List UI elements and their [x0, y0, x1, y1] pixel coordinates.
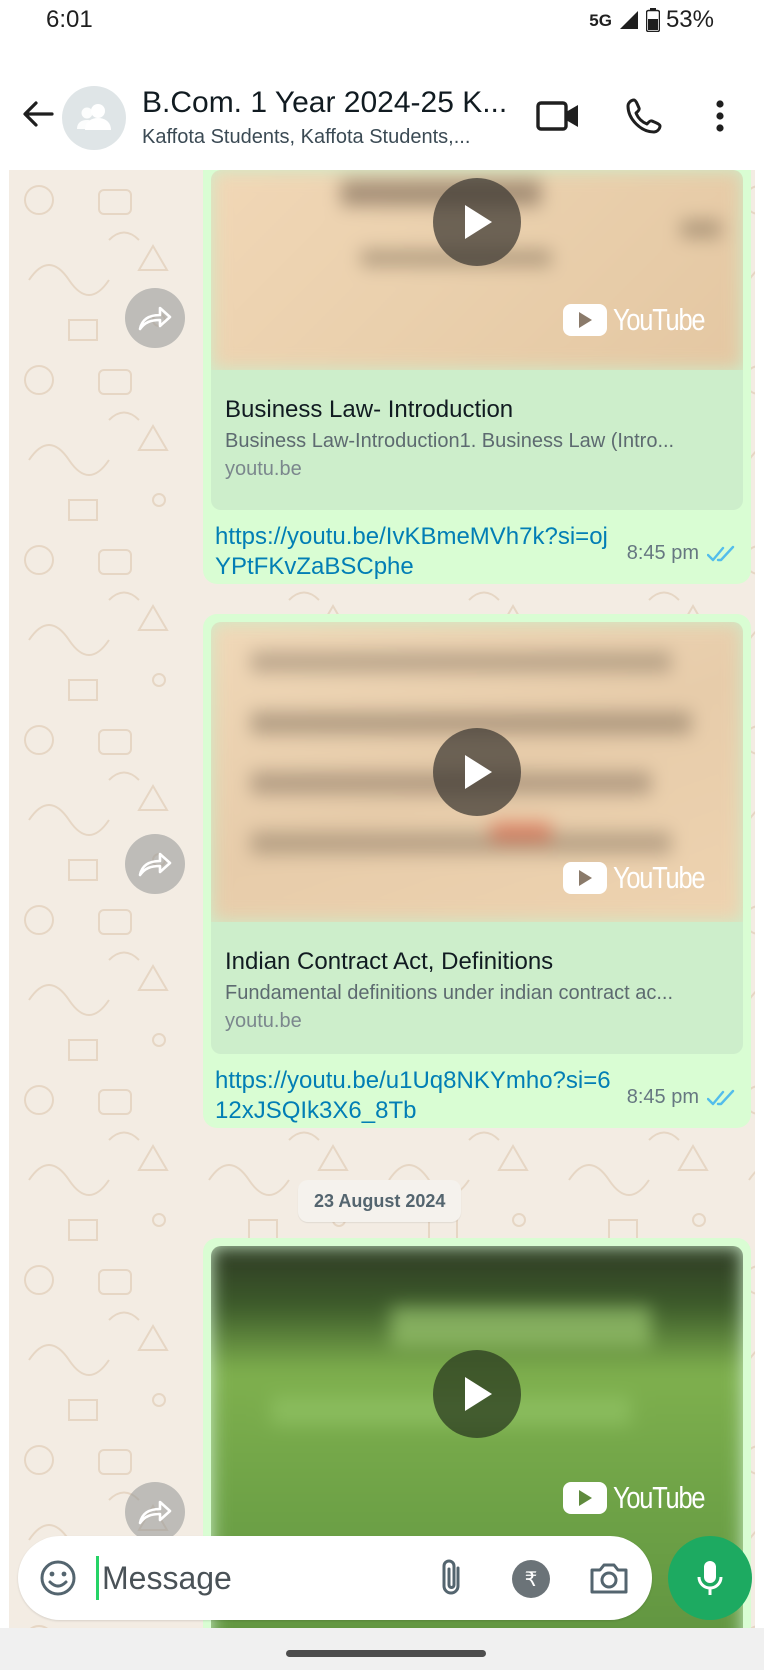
forward-icon: [138, 1500, 172, 1525]
forward-icon: [138, 306, 172, 331]
link-preview-card[interactable]: YouTube Business Law- Introduction Busin…: [211, 170, 743, 510]
play-button[interactable]: [433, 178, 521, 266]
video-thumbnail[interactable]: YouTube: [211, 170, 743, 370]
more-options-icon[interactable]: [704, 96, 736, 136]
play-icon: [465, 1377, 492, 1411]
emoji-icon[interactable]: [38, 1558, 78, 1598]
youtube-wordmark: YouTube: [613, 860, 706, 895]
read-ticks-icon: [707, 1089, 735, 1105]
network-type: 5G: [589, 10, 612, 30]
battery-level: 53%: [665, 6, 714, 33]
youtube-wordmark: YouTube: [613, 1480, 706, 1515]
signal-icon: [619, 11, 638, 29]
play-button[interactable]: [433, 728, 521, 816]
battery-icon: [645, 8, 660, 32]
message-time: 8:45 pm: [626, 1086, 699, 1108]
preview-description: Fundamental definitions under indian con…: [225, 982, 674, 1004]
video-thumbnail[interactable]: YouTube: [211, 622, 743, 922]
message-bubble[interactable]: YouTube Indian Contract Act, Definitions…: [203, 614, 751, 1128]
youtube-logo: YouTube: [563, 860, 724, 896]
message-bubble[interactable]: YouTube Business Law- Introduction Busin…: [203, 170, 751, 584]
chat-messages-area[interactable]: YouTube Business Law- Introduction Busin…: [9, 170, 755, 1630]
youtube-logo: YouTube: [563, 302, 724, 338]
mic-icon: [697, 1561, 723, 1595]
forward-icon: [138, 852, 172, 877]
youtube-logo: YouTube: [563, 1480, 724, 1516]
chat-header: B.Com. 1 Year 2024-25 K... Kaffota Stude…: [0, 66, 764, 170]
text-cursor: [96, 1556, 99, 1600]
message-time: 8:45 pm: [626, 542, 699, 564]
group-avatar-icon: [77, 104, 111, 130]
message-composer: ₹: [18, 1536, 652, 1620]
message-meta: 8:45 pm: [627, 1086, 737, 1109]
chat-participants[interactable]: Kaffota Students, Kaffota Students,...: [142, 126, 512, 149]
group-avatar[interactable]: [62, 86, 126, 150]
preview-domain: youtu.be: [225, 1010, 302, 1032]
payment-button[interactable]: ₹: [512, 1560, 550, 1598]
preview-description: Business Law-Introduction1. Business Law…: [225, 430, 675, 452]
video-call-icon[interactable]: [536, 98, 580, 134]
youtube-play-icon: [563, 1482, 607, 1514]
youtube-play-icon: [563, 304, 607, 336]
status-time: 6:01: [46, 6, 93, 33]
play-button[interactable]: [433, 1350, 521, 1438]
forward-button[interactable]: [125, 834, 185, 894]
read-ticks-icon: [707, 545, 735, 561]
voice-message-button[interactable]: [668, 1536, 752, 1620]
camera-icon[interactable]: [588, 1558, 630, 1598]
message-link[interactable]: https://youtu.be/IvKBmeMVh7k?si=ojYPtFKv…: [215, 522, 615, 582]
status-icons: 5G 53%: [589, 6, 714, 34]
message-link[interactable]: https://youtu.be/u1Uq8NKYmho?si=612xJSQI…: [215, 1066, 615, 1126]
chat-title[interactable]: B.Com. 1 Year 2024-25 K...: [142, 86, 512, 120]
link-preview-card[interactable]: YouTube Indian Contract Act, Definitions…: [211, 622, 743, 1054]
back-arrow-icon[interactable]: [18, 94, 58, 134]
message-meta: 8:45 pm: [627, 542, 737, 565]
forward-button[interactable]: [125, 1482, 185, 1542]
status-bar: 6:01 5G 53%: [0, 0, 764, 44]
message-input[interactable]: [102, 1552, 402, 1604]
attach-icon[interactable]: [432, 1556, 472, 1600]
play-icon: [465, 755, 492, 789]
play-icon: [465, 205, 492, 239]
forward-button[interactable]: [125, 288, 185, 348]
voice-call-icon[interactable]: [624, 96, 664, 136]
preview-title: Indian Contract Act, Definitions: [225, 948, 554, 975]
date-divider: 23 August 2024: [298, 1180, 462, 1222]
youtube-wordmark: YouTube: [613, 302, 706, 337]
home-indicator[interactable]: [286, 1650, 486, 1657]
preview-domain: youtu.be: [225, 458, 302, 480]
youtube-play-icon: [563, 862, 607, 894]
preview-title: Business Law- Introduction: [225, 396, 514, 423]
system-navigation-bar: [0, 1628, 764, 1670]
payment-icon: ₹: [524, 1568, 538, 1591]
